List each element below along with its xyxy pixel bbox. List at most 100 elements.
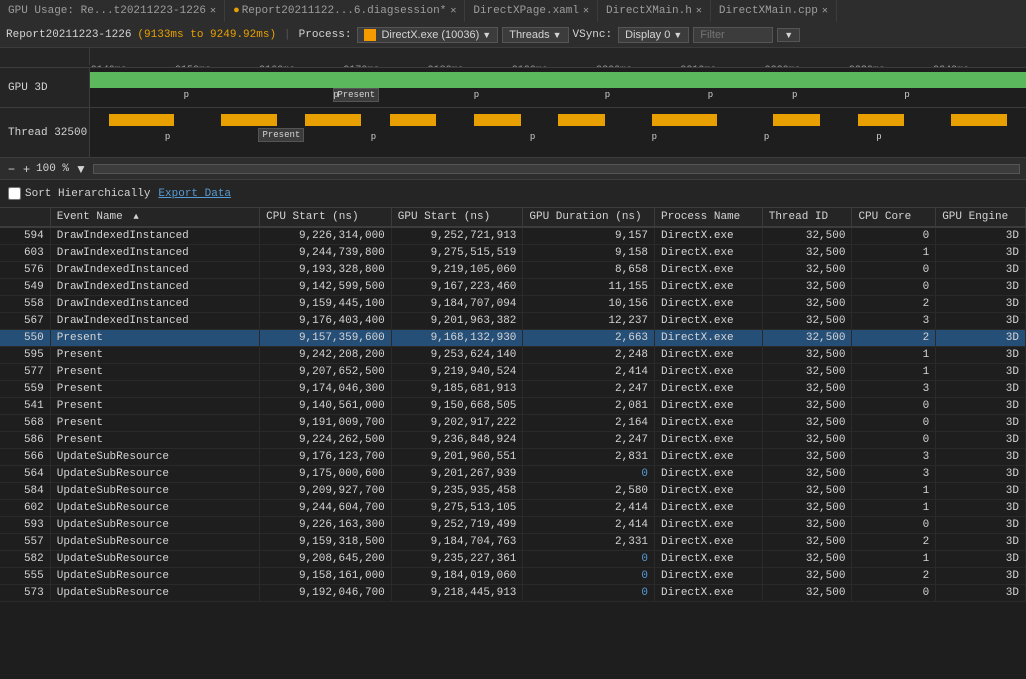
table-row[interactable]: 582 UpdateSubResource 9,208,645,200 9,23… xyxy=(0,551,1026,568)
thread-track[interactable]: Present p p p p p p xyxy=(90,108,1026,157)
tab-close-icon4[interactable]: ✕ xyxy=(696,5,702,17)
table-row[interactable]: 594 DrawIndexedInstanced 9,226,314,000 9… xyxy=(0,227,1026,245)
cell-event: UpdateSubResource xyxy=(50,517,259,534)
cell-cpustart: 9,208,645,200 xyxy=(260,551,392,568)
table-row[interactable]: 584 UpdateSubResource 9,209,927,700 9,23… xyxy=(0,483,1026,500)
cell-thread: 32,500 xyxy=(762,517,852,534)
tab-close-icon3[interactable]: ✕ xyxy=(583,5,589,17)
cell-event: UpdateSubResource xyxy=(50,585,259,602)
col-header-cpustart[interactable]: CPU Start (ns) xyxy=(260,208,392,227)
cell-cpustart: 9,176,123,700 xyxy=(260,449,392,466)
time-range: (9133ms to 9249.92ms) xyxy=(137,29,276,41)
zoom-minus-button[interactable]: − xyxy=(6,162,17,176)
cell-process: DirectX.exe xyxy=(655,398,763,415)
cell-num: 541 xyxy=(0,398,50,415)
table-row[interactable]: 555 UpdateSubResource 9,158,161,000 9,18… xyxy=(0,568,1026,585)
table-row[interactable]: 577 Present 9,207,652,500 9,219,940,524 … xyxy=(0,364,1026,381)
col-header-event[interactable]: Event Name ▲ xyxy=(50,208,259,227)
cell-cpustart: 9,157,359,600 xyxy=(260,330,392,347)
col-header-gpudur[interactable]: GPU Duration (ns) xyxy=(523,208,655,227)
table-row[interactable]: 573 UpdateSubResource 9,192,046,700 9,21… xyxy=(0,585,1026,602)
cell-thread: 32,500 xyxy=(762,347,852,364)
cell-event: Present xyxy=(50,432,259,449)
col-header-gpustart[interactable]: GPU Start (ns) xyxy=(391,208,523,227)
cell-gpustart: 9,252,719,499 xyxy=(391,517,523,534)
cell-gpudur: 10,156 xyxy=(523,296,655,313)
table-row[interactable]: 602 UpdateSubResource 9,244,604,700 9,27… xyxy=(0,500,1026,517)
zoom-level: 100 % xyxy=(36,163,69,175)
cell-gpueng: 3D xyxy=(936,432,1026,449)
tab-main-cpp[interactable]: DirectXMain.cpp ✕ xyxy=(711,0,837,22)
table-row[interactable]: 586 Present 9,224,262,500 9,236,848,924 … xyxy=(0,432,1026,449)
display-dropdown[interactable]: Display 0 ▼ xyxy=(618,27,689,43)
cell-gpueng: 3D xyxy=(936,483,1026,500)
cell-process: DirectX.exe xyxy=(655,432,763,449)
tab-gpu-usage[interactable]: GPU Usage: Re...t20211223-1226 ✕ xyxy=(0,0,225,22)
cell-process: DirectX.exe xyxy=(655,500,763,517)
cell-gpustart: 9,219,105,060 xyxy=(391,262,523,279)
cell-gpustart: 9,184,019,060 xyxy=(391,568,523,585)
sort-hierarchically-checkbox[interactable] xyxy=(8,187,21,200)
cell-thread: 32,500 xyxy=(762,262,852,279)
thread-p-2: p xyxy=(371,132,376,142)
table-row[interactable]: 568 Present 9,191,009,700 9,202,917,222 … xyxy=(0,415,1026,432)
horizontal-scrollbar[interactable] xyxy=(93,164,1020,174)
cell-cpucore: 1 xyxy=(852,500,936,517)
zoom-dropdown-button[interactable]: ▼ xyxy=(73,162,89,176)
table-row[interactable]: 549 DrawIndexedInstanced 9,142,599,500 9… xyxy=(0,279,1026,296)
timeline-ruler: 9140ms 9150ms 9160ms 9170ms 9180ms 9190m… xyxy=(0,48,1026,68)
zoom-plus-button[interactable]: + xyxy=(21,162,32,176)
cell-gpudur: 2,247 xyxy=(523,432,655,449)
thread-block-1 xyxy=(109,114,175,126)
table-row[interactable]: 566 UpdateSubResource 9,176,123,700 9,20… xyxy=(0,449,1026,466)
cell-num: 573 xyxy=(0,585,50,602)
process-dropdown[interactable]: DirectX.exe (10036) ▼ xyxy=(357,27,498,43)
table-row[interactable]: 576 DrawIndexedInstanced 9,193,328,800 9… xyxy=(0,262,1026,279)
table-container[interactable]: Event Name ▲ CPU Start (ns) GPU Start (n… xyxy=(0,208,1026,679)
cell-process: DirectX.exe xyxy=(655,568,763,585)
cell-event: DrawIndexedInstanced xyxy=(50,227,259,245)
tab-close-icon5[interactable]: ✕ xyxy=(822,5,828,17)
cell-gpueng: 3D xyxy=(936,313,1026,330)
thread-block-8 xyxy=(773,114,820,126)
threads-dropdown[interactable]: Threads ▼ xyxy=(502,27,568,43)
cell-gpueng: 3D xyxy=(936,364,1026,381)
gpu3d-track[interactable]: Present p p p p p p p xyxy=(90,68,1026,107)
table-row[interactable]: 558 DrawIndexedInstanced 9,159,445,100 9… xyxy=(0,296,1026,313)
cell-gpueng: 3D xyxy=(936,449,1026,466)
table-row[interactable]: 564 UpdateSubResource 9,175,000,600 9,20… xyxy=(0,466,1026,483)
col-header-process[interactable]: Process Name xyxy=(655,208,763,227)
col-header-cpucore[interactable]: CPU Core xyxy=(852,208,936,227)
export-data-link[interactable]: Export Data xyxy=(158,188,231,200)
cell-gpudur: 2,081 xyxy=(523,398,655,415)
filter-input[interactable] xyxy=(693,27,773,43)
thread-block-6 xyxy=(558,114,605,126)
cell-gpudur: 2,414 xyxy=(523,364,655,381)
cell-num: 568 xyxy=(0,415,50,432)
col-header-thread[interactable]: Thread ID xyxy=(762,208,852,227)
p-label-5: p xyxy=(708,90,713,100)
table-row[interactable]: 603 DrawIndexedInstanced 9,244,739,800 9… xyxy=(0,245,1026,262)
cell-gpustart: 9,168,132,930 xyxy=(391,330,523,347)
table-row[interactable]: 559 Present 9,174,046,300 9,185,681,913 … xyxy=(0,381,1026,398)
cell-thread: 32,500 xyxy=(762,245,852,262)
col-header-num[interactable] xyxy=(0,208,50,227)
tab-close-icon2[interactable]: ✕ xyxy=(450,5,456,17)
table-row[interactable]: 593 UpdateSubResource 9,226,163,300 9,25… xyxy=(0,517,1026,534)
thread-block-10 xyxy=(951,114,1007,126)
tab-report[interactable]: ● Report20211122...6.diagsession* ✕ xyxy=(225,0,465,22)
col-event-label: Event Name xyxy=(57,211,123,223)
cell-event: UpdateSubResource xyxy=(50,551,259,568)
thread-p-6: p xyxy=(876,132,881,142)
filter-dropdown[interactable]: ▼ xyxy=(777,28,800,42)
table-row[interactable]: 550 Present 9,157,359,600 9,168,132,930 … xyxy=(0,330,1026,347)
table-row[interactable]: 557 UpdateSubResource 9,159,318,500 9,18… xyxy=(0,534,1026,551)
tab-close-icon[interactable]: ✕ xyxy=(210,5,216,17)
table-row[interactable]: 541 Present 9,140,561,000 9,150,668,505 … xyxy=(0,398,1026,415)
cell-cpucore: 1 xyxy=(852,245,936,262)
table-row[interactable]: 567 DrawIndexedInstanced 9,176,403,400 9… xyxy=(0,313,1026,330)
tab-main-h[interactable]: DirectXMain.h ✕ xyxy=(598,0,711,22)
col-header-gpueng[interactable]: GPU Engine xyxy=(936,208,1026,227)
table-row[interactable]: 595 Present 9,242,208,200 9,253,624,140 … xyxy=(0,347,1026,364)
tab-xaml[interactable]: DirectXPage.xaml ✕ xyxy=(465,0,598,22)
